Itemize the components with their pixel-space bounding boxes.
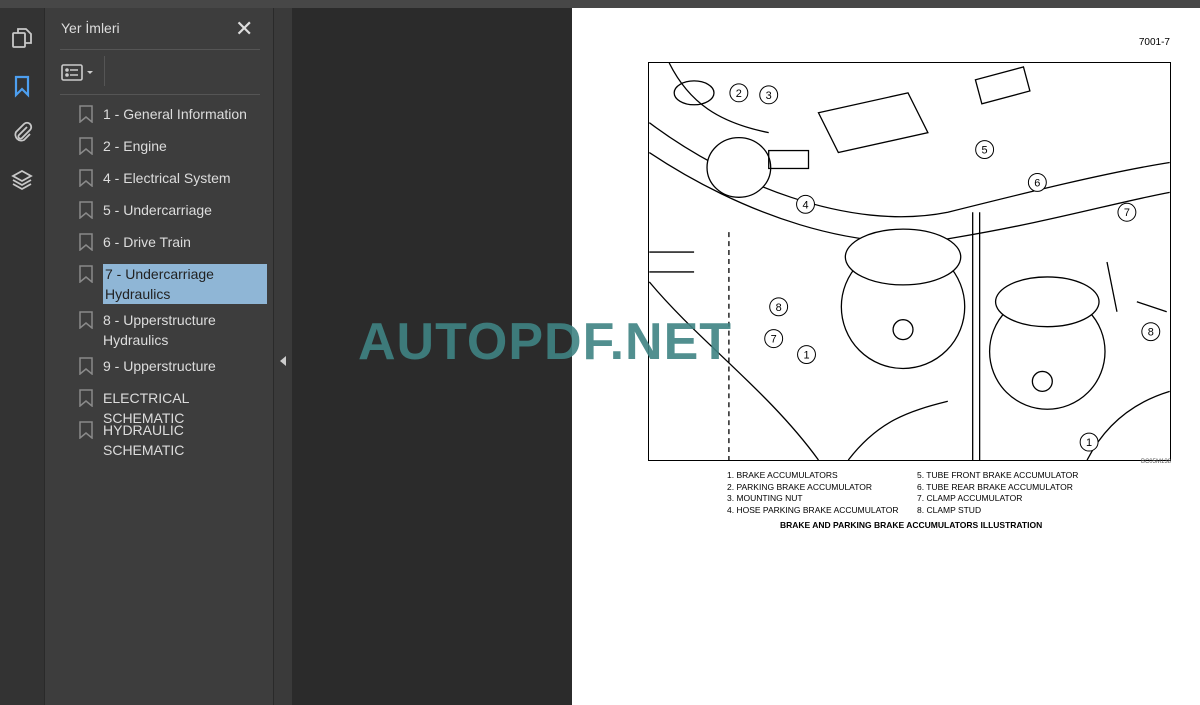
attachment-icon[interactable] [10, 120, 34, 144]
close-icon[interactable]: ✕ [235, 16, 253, 42]
legend-item: 1. BRAKE ACCUMULATORS [727, 470, 838, 480]
bookmark-icon [79, 311, 93, 329]
bookmark-icon [79, 265, 93, 283]
panel-splitter[interactable] [273, 8, 292, 705]
callout-4: 4 [802, 199, 808, 211]
bookmark-icon [79, 421, 93, 439]
bookmark-icon [79, 357, 93, 375]
bookmarks-panel: Yer İmleri ✕ 1 - General Information 2 - … [45, 8, 273, 705]
bookmark-icon [79, 105, 93, 123]
divider [60, 94, 260, 95]
callout-8: 8 [776, 302, 782, 314]
legend-left: 1. BRAKE ACCUMULATORS 2. PARKING BRAKE AC… [727, 470, 898, 516]
bookmark-item[interactable]: 6 - Drive Train [79, 232, 267, 252]
callout-7: 7 [771, 334, 777, 346]
bookmark-label: 7 - Undercarriage Hydraulics [103, 264, 267, 304]
callout-6: 6 [1034, 177, 1040, 189]
legend-item: 2. PARKING BRAKE ACCUMULATOR [727, 481, 873, 492]
callout-7: 7 [1124, 207, 1130, 219]
bookmark-item[interactable]: 8 - Upperstructure Hydraulics [79, 310, 267, 350]
divider [104, 56, 105, 86]
bookmark-label: 6 - Drive Train [103, 234, 191, 250]
callout-3: 3 [766, 90, 772, 102]
callout-1: 1 [1086, 437, 1092, 449]
legend-item: 3. MOUNTING NUT [727, 493, 803, 503]
divider [60, 49, 260, 50]
bookmark-icon [79, 389, 93, 407]
brake-accumulator-illustration: 2 3 4 5 6 7 8 7 1 1 8 [648, 62, 1171, 461]
bookmark-item[interactable]: 7 - Undercarriage Hydraulics [79, 264, 267, 304]
bookmark-icon [79, 169, 93, 187]
collapse-arrow-icon[interactable] [280, 356, 286, 366]
figure-caption: BRAKE AND PARKING BRAKE ACCUMULATORS ILL… [780, 520, 1043, 530]
callout-8: 8 [1148, 327, 1154, 339]
panel-title: Yer İmleri [61, 20, 120, 36]
bookmark-icon [79, 233, 93, 251]
bookmark-label: 5 - Undercarriage [103, 202, 212, 218]
layers-icon[interactable] [10, 168, 34, 192]
bookmark-label: 4 - Electrical System [103, 170, 231, 186]
bookmark-label: 9 - Upperstructure [103, 358, 216, 374]
bookmark-item[interactable]: 4 - Electrical System [79, 168, 267, 188]
legend-item: 7. CLAMP ACCUMULATOR [917, 493, 1023, 503]
bookmark-item[interactable]: 2 - Engine [79, 136, 267, 156]
bookmark-label: HYDRAULIC SCHEMATIC [103, 422, 185, 458]
page-number: 7001-7 [1138, 37, 1170, 48]
list-options-icon[interactable] [61, 62, 97, 84]
callout-1: 1 [803, 350, 809, 362]
top-toolbar [0, 0, 1200, 8]
legend-item: 6. TUBE REAR BRAKE ACCUMULATOR [917, 481, 1073, 492]
bookmark-icon [79, 201, 93, 219]
callout-2: 2 [736, 88, 742, 100]
callout-5: 5 [982, 145, 988, 157]
bookmark-item[interactable]: HYDRAULIC SCHEMATIC [79, 420, 267, 460]
watermark: AUTOPDF.NET [358, 313, 733, 371]
legend-right: 5. TUBE FRONT BRAKE ACCUMULATOR 6. TUBE R… [917, 470, 1078, 516]
bookmark-label: 2 - Engine [103, 138, 167, 154]
bookmark-item[interactable]: 9 - Upperstructure [79, 356, 267, 376]
bookmark-item[interactable]: 5 - Undercarriage [79, 200, 267, 220]
bookmark-label: 1 - General Information [103, 106, 247, 122]
bookmark-item[interactable]: 1 - General Information [79, 104, 267, 124]
bookmark-label: 8 - Upperstructure Hydraulics [103, 312, 216, 348]
pages-icon[interactable] [10, 26, 34, 50]
legend-item: 4. HOSE PARKING BRAKE ACCUMULATOR [727, 504, 899, 515]
bookmark-icon [79, 137, 93, 155]
figure-id: BC05M138 [1140, 459, 1171, 465]
legend-item: 8. CLAMP STUD [917, 504, 982, 515]
left-icon-rail [0, 8, 45, 705]
bookmark-icon[interactable] [10, 74, 34, 98]
legend-item: 5. TUBE FRONT BRAKE ACCUMULATOR [917, 470, 1079, 480]
